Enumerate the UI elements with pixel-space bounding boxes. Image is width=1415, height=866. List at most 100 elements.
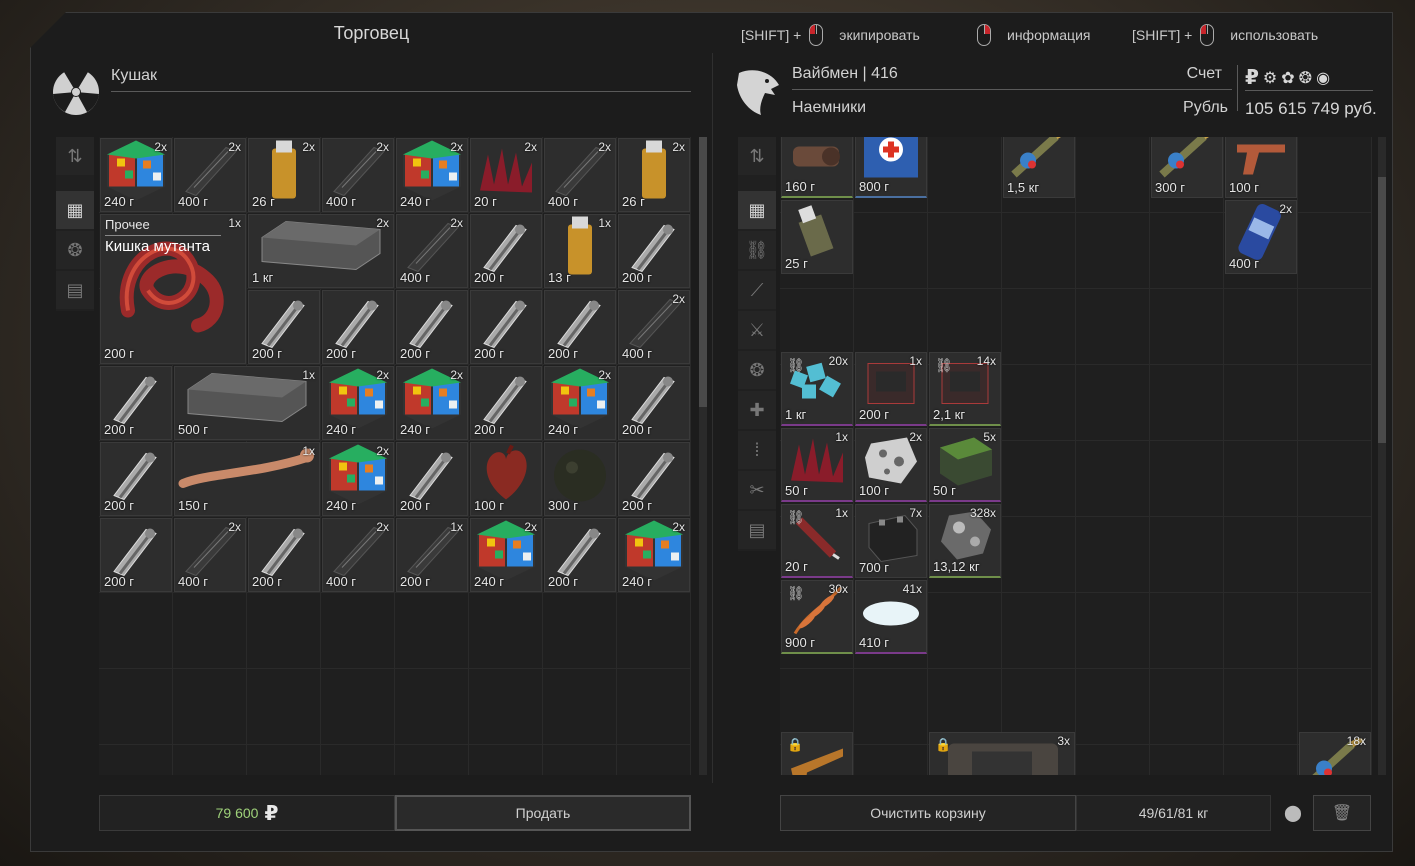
trader-scrollbar[interactable] [699, 137, 707, 775]
left-item-plate[interactable]: 400 г 2x [618, 290, 690, 364]
left-item-heart[interactable]: 100 г [470, 442, 542, 516]
left-item-plate[interactable]: 400 г 2x [544, 138, 616, 212]
left-item-tool[interactable]: 200 г [470, 290, 542, 364]
globe-currency-icon[interactable]: ◉ [1316, 68, 1330, 88]
flower-currency-icon[interactable]: ✿ [1281, 68, 1294, 88]
misc-box-icon[interactable]: ▤ [56, 271, 94, 309]
left-item-tool[interactable]: 200 г [396, 442, 468, 516]
tools-icon[interactable]: ✂ [738, 471, 776, 509]
right-item-ore[interactable]: 13,12 кг 328x [929, 504, 1001, 578]
left-item-plate[interactable]: 400 г 2x [322, 138, 394, 212]
right-item-pda[interactable]: ⛓ 2,1 кг 14x [929, 352, 1001, 426]
right-item-crystal[interactable]: ⛓ 1 кг 20x [781, 352, 853, 426]
currency-selector[interactable]: ₽ ⚙ ✿ ❂ ◉ [1245, 65, 1373, 91]
right-item-box[interactable]: 50 г 5x [929, 428, 1001, 502]
left-item-tool[interactable]: 200 г [322, 290, 394, 364]
right-item-gun[interactable]: 🔒4 [781, 732, 853, 775]
left-item-tool[interactable]: 200 г [100, 442, 172, 516]
left-item-plate[interactable]: 400 г 2x [322, 518, 394, 592]
right-item-bullet[interactable]: 300 г [1151, 137, 1223, 198]
right-item-bullet[interactable]: 1,5 кг [1003, 137, 1075, 198]
left-item-tool[interactable]: 200 г [618, 442, 690, 516]
ruble-icon[interactable]: ₽ [1245, 65, 1259, 90]
header-divider [1237, 65, 1238, 111]
left-item-plate[interactable]: 400 г 2x [174, 138, 246, 212]
left-item-plate[interactable]: 400 г 2x [174, 518, 246, 592]
sort-icon[interactable]: ⇅ [738, 137, 776, 175]
left-item-case[interactable]: 500 г 1x [174, 366, 320, 440]
item-weight: 400 г [622, 346, 653, 361]
ammo-icon[interactable]: ⁞ [738, 431, 776, 469]
left-item-lighter[interactable]: 26 г 2x [618, 138, 690, 212]
right-item-scope[interactable]: 160 г [781, 137, 853, 198]
rifle-icon[interactable]: ⟋ [738, 271, 776, 309]
artifact-filter-icon[interactable]: ❂ [56, 231, 94, 269]
player-scroll-thumb[interactable] [1378, 177, 1386, 443]
right-item-salt[interactable]: 410 г 41x [855, 580, 927, 654]
shell-currency-icon[interactable]: ❂ [1299, 68, 1312, 88]
misc-box-icon[interactable]: ▤ [738, 511, 776, 549]
sell-button[interactable]: Продать [395, 795, 691, 831]
left-item-cube[interactable]: 240 г 2x [322, 366, 394, 440]
right-item-usb[interactable]: 25 г [781, 200, 853, 274]
left-item-case[interactable]: 1 кг 2x [248, 214, 394, 288]
grid-all-icon[interactable]: ▦ [56, 191, 94, 229]
medkit-icon[interactable]: ✚ [738, 391, 776, 429]
left-item-cube[interactable]: 240 г 2x [396, 138, 468, 212]
left-item-gut[interactable]: Прочее Кишка мутанта 200 г 1x [100, 214, 246, 364]
left-item-cube[interactable]: 240 г 2x [322, 442, 394, 516]
item-category: Прочее [105, 217, 150, 232]
left-item-tool[interactable]: 200 г [100, 366, 172, 440]
right-item-pistol[interactable]: 100 г [1225, 137, 1297, 198]
sale-sum: 79 600 [215, 805, 259, 821]
left-item-cube[interactable]: 240 г 2x [100, 138, 172, 212]
right-item-pda[interactable]: 200 г 1x [855, 352, 927, 426]
left-item-cube[interactable]: 240 г 2x [544, 366, 616, 440]
left-item-tool[interactable]: 200 г [618, 366, 690, 440]
clear-cart-button[interactable]: Очистить корзину [780, 795, 1076, 831]
left-item-cube[interactable]: 240 г 2x [470, 518, 542, 592]
left-item-cube[interactable]: 240 г 2x [396, 366, 468, 440]
left-item-tool[interactable]: 200 г [470, 214, 542, 288]
item-quantity: 2x [376, 520, 389, 534]
trader-scroll-thumb[interactable] [699, 137, 707, 407]
trash-icon[interactable]: 🗑 [1313, 795, 1371, 831]
right-item-battery[interactable]: 700 г 7x [855, 504, 927, 578]
right-item-gen[interactable]: 🔒 3x [929, 732, 1075, 775]
chain-link-icon[interactable]: ⛓ [738, 231, 776, 269]
right-item-bullet[interactable]: 18x [1299, 732, 1371, 775]
artifact-filter-icon[interactable]: ❂ [738, 351, 776, 389]
left-item-bone[interactable]: 150 г 1x [174, 442, 320, 516]
left-item-tool[interactable]: 200 г [248, 518, 320, 592]
left-item-lighter[interactable]: 13 г 1x [544, 214, 616, 288]
right-item-fern[interactable]: ⛓ 900 г 30x [781, 580, 853, 654]
left-item-ball[interactable]: 300 г [544, 442, 616, 516]
left-item-tool[interactable]: 200 г [248, 290, 320, 364]
left-item-tool[interactable]: 200 г [470, 366, 542, 440]
player-scrollbar[interactable] [1378, 137, 1386, 775]
left-item-plate[interactable]: 400 г 2x [396, 214, 468, 288]
left-item-lighter[interactable]: 26 г 2x [248, 138, 320, 212]
left-item-cube[interactable]: 240 г 2x [618, 518, 690, 592]
left-item-spike[interactable]: 20 г 2x [470, 138, 542, 212]
left-item-tool[interactable]: 200 г [100, 518, 172, 592]
left-item-tool[interactable]: 200 г [544, 518, 616, 592]
right-item-spike[interactable]: 50 г 1x [781, 428, 853, 502]
right-item-dyn[interactable]: ⛓ 20 г 1x [781, 504, 853, 578]
left-item-tool[interactable]: 200 г [544, 290, 616, 364]
right-item-medkit[interactable]: 800 г [855, 137, 927, 198]
right-item-can[interactable]: 400 г 2x [1225, 200, 1297, 274]
left-item-tool[interactable]: 200 г [396, 290, 468, 364]
gear-currency-icon[interactable]: ⚙ [1263, 68, 1277, 88]
left-item-tool[interactable]: 200 г [618, 214, 690, 288]
grid-all-icon[interactable]: ▦ [738, 191, 776, 229]
left-item-plate[interactable]: 200 г 1x [396, 518, 468, 592]
item-weight: 200 г [400, 498, 431, 513]
sort-icon[interactable]: ⇅ [56, 137, 94, 175]
right-item-rock[interactable]: 100 г 2x [855, 428, 927, 502]
item-quantity: 5x [983, 430, 996, 444]
knife-icon[interactable]: ⚔ [738, 311, 776, 349]
item-weight: 700 г [859, 560, 890, 575]
